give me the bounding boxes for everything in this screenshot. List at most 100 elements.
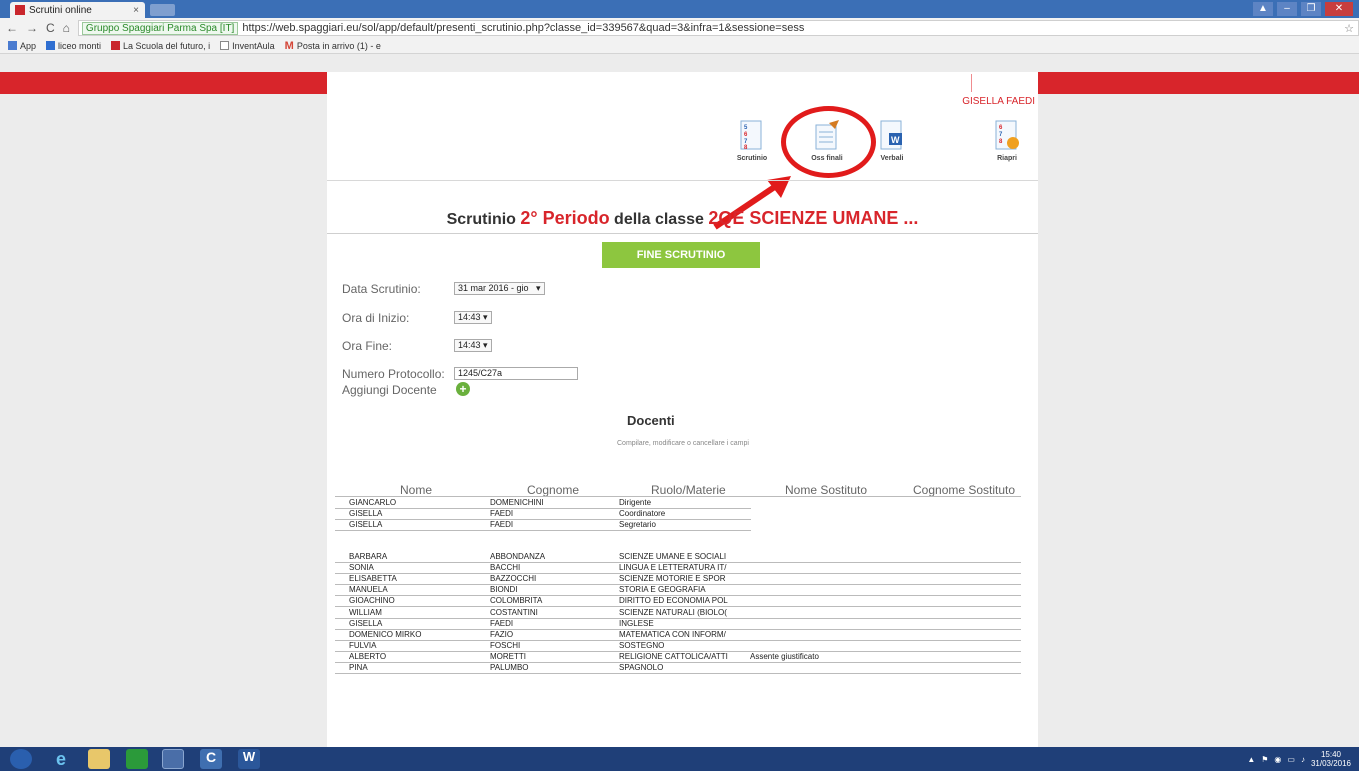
reload-icon[interactable]: C — [46, 21, 55, 35]
bookmark-star-icon[interactable]: ☆ — [1344, 22, 1354, 35]
bookmark-scuola-futuro[interactable]: La Scuola del futuro, i — [111, 41, 210, 51]
cell-nome: GISELLA — [349, 618, 383, 628]
toolbar-divider — [327, 180, 1038, 181]
user-icon[interactable] — [947, 75, 961, 91]
cortana-icon[interactable]: C — [200, 749, 222, 769]
cell-cognome: ABBONDANZA — [490, 552, 546, 561]
page-icon — [220, 41, 230, 50]
table-row: GISELLA FAEDI Segretario — [335, 520, 1021, 532]
toolbar-label: Riapri — [997, 155, 1017, 162]
content-panel: SCRUTINIOOnline Scrutini online Esci GIS… — [327, 72, 1038, 747]
cell-nome: BARBARA — [349, 552, 388, 561]
cell-nome: GIOACHINO — [349, 596, 395, 606]
tab-close-icon[interactable]: × — [133, 5, 139, 16]
ora-fine-label: Ora Fine: — [342, 339, 393, 353]
cell-nome: PINA — [349, 663, 368, 672]
cell-ruolo: Dirigente — [619, 498, 652, 507]
display-icon[interactable]: ▭ — [1287, 755, 1295, 764]
bookmark-apps[interactable]: App — [8, 41, 36, 51]
protocollo-input[interactable]: 1245/C27a — [454, 367, 578, 380]
cell-nome: GISELLA — [349, 520, 383, 530]
col-header-cognome-sostituto: Cognome Sostituto — [913, 483, 1016, 497]
home-icon[interactable]: ⌂ — [63, 21, 70, 35]
start-button-icon[interactable] — [10, 749, 32, 769]
table-row: ELISABETTA BAZZOCCHI SCIENZE MOTORIE E SPO… — [335, 574, 1021, 586]
new-tab-button[interactable] — [150, 4, 175, 16]
cell-cognome: MORETTI — [490, 651, 526, 661]
restore-icon[interactable]: ❐ — [1301, 2, 1321, 16]
ora-inizio-select[interactable]: 14:43 ▾ — [454, 311, 492, 324]
data-scrutinio-label: Data Scrutinio: — [342, 282, 421, 296]
table-row: MANUELA BIONDI STORIA E GEOGRAFIA — [335, 585, 1021, 597]
table-row: GIOACHINO COLOMBRITA DIRITTO ED ECONOMIA P… — [335, 596, 1021, 608]
bookmark-gmail[interactable]: M Posta in arrivo (1) - e — [285, 40, 381, 52]
cell-ruolo: SOSTEGNO — [619, 640, 665, 650]
cell-nome: MANUELA — [349, 585, 388, 595]
toolbar-riapri[interactable]: 6 7 8 Riapri — [982, 119, 1032, 162]
bookmark-liceo-monti[interactable]: liceo monti — [46, 41, 101, 51]
site-icon — [46, 41, 56, 50]
app-title: Scrutini online — [635, 74, 730, 91]
chrome-icon[interactable] — [162, 749, 184, 769]
tab-title: Scrutini online — [29, 4, 92, 16]
minimize-icon[interactable]: – — [1277, 2, 1297, 16]
close-window-icon[interactable]: ✕ — [1325, 2, 1353, 16]
ssl-badge[interactable]: Gruppo Spaggiari Parma Spa [IT] — [81, 21, 239, 35]
store-icon[interactable] — [126, 749, 148, 769]
table-row: ALBERTO MORETTI RELIGIONE CATTOLICA/ATTI As… — [335, 651, 1021, 663]
table-row: GISELLA FAEDI INGLESE — [335, 618, 1021, 630]
cell-cognome: BAZZOCCHI — [490, 574, 537, 584]
gmail-icon: M — [284, 39, 294, 52]
url-input[interactable]: Gruppo Spaggiari Parma Spa [IT] https://… — [77, 20, 1359, 36]
cell-cognome: FAEDI — [490, 509, 514, 519]
volume-icon[interactable]: ♪ — [1301, 755, 1305, 764]
row-divider — [335, 673, 1021, 674]
docenti-title: Docenti — [627, 413, 675, 428]
flag-icon[interactable]: ⚑ — [1261, 755, 1268, 764]
clock[interactable]: 15:40 31/03/2016 — [1311, 750, 1351, 768]
cell-cognome: FAEDI — [490, 618, 514, 628]
file-explorer-icon[interactable] — [88, 749, 110, 769]
cell-nome: FULVIA — [349, 640, 377, 650]
cell-nome: WILLIAM — [349, 607, 382, 617]
cell-ruolo: INGLESE — [619, 618, 654, 628]
cell-nome: GISELLA — [349, 509, 383, 519]
docenti-subtitle: Compilare, modificare o cancellare i cam… — [617, 440, 749, 447]
logout-button[interactable]: Esci — [990, 72, 1015, 94]
forward-icon[interactable]: → — [26, 21, 38, 35]
cell-cognome: DOMENICHINI — [490, 498, 544, 507]
username-label: GISELLA FAEDI — [962, 96, 1035, 107]
ora-fine-select[interactable]: 14:43 ▾ — [454, 339, 492, 352]
cell-ruolo: STORIA E GEOGRAFIA — [619, 585, 706, 595]
browser-tab[interactable]: Scrutini online × — [10, 2, 145, 18]
table-row: GISELLA FAEDI Coordinatore — [335, 509, 1021, 521]
cell-nome-sostituto: Assente giustificato — [750, 651, 819, 661]
network-icon[interactable]: ◉ — [1274, 755, 1281, 764]
aggiungi-docente-label: Aggiungi Docente — [342, 383, 437, 397]
cell-cognome: FAEDI — [490, 520, 514, 530]
url-text[interactable]: https://web.spaggiari.eu/sol/app/default… — [242, 22, 804, 34]
add-docente-button[interactable]: + — [456, 382, 470, 396]
bookmarks-bar: App liceo monti La Scuola del futuro, i … — [0, 38, 1359, 54]
toolbar-scrutinio[interactable]: 5 6 7 8 Scrutinio — [727, 119, 777, 162]
table-row: SONIA BACCHI LINGUA E LETTERATURA IT/ — [335, 563, 1021, 575]
data-scrutinio-select[interactable]: 31 mar 2016 - gio ▾ — [454, 282, 545, 295]
internet-explorer-icon[interactable]: e — [50, 749, 72, 769]
cell-cognome: PALUMBO — [490, 663, 529, 672]
user-profile-icon[interactable]: ▲ — [1253, 2, 1273, 16]
browser-titlebar: Scrutini online × ▲ – ❐ ✕ — [0, 0, 1359, 18]
fine-scrutinio-button[interactable]: FINE SCRUTINIO — [602, 242, 760, 268]
word-icon[interactable]: W — [238, 749, 260, 769]
toolbar-label: Verbali — [880, 155, 904, 162]
back-icon[interactable]: ← — [6, 21, 18, 35]
table-row: PINA PALUMBO SPAGNOLO — [335, 663, 1021, 674]
address-bar: ← → C ⌂ Gruppo Spaggiari Parma Spa [IT] … — [0, 18, 1359, 38]
cell-ruolo: LINGUA E LETTERATURA IT/ — [619, 563, 727, 573]
col-header-ruolo: Ruolo/Materie — [651, 483, 726, 497]
bookmark-inventaula[interactable]: InventAula — [220, 41, 275, 51]
table-row: WILLIAM COSTANTINI SCIENZE NATURALI (BIOLO… — [335, 607, 1021, 619]
cell-nome: ELISABETTA — [349, 574, 397, 584]
table-row: DOMENICO MIRKO FAZIO MATEMATICA CON INFORM… — [335, 630, 1021, 641]
cell-nome: SONIA — [349, 563, 374, 573]
tray-arrow-icon[interactable]: ▲ — [1247, 755, 1255, 764]
